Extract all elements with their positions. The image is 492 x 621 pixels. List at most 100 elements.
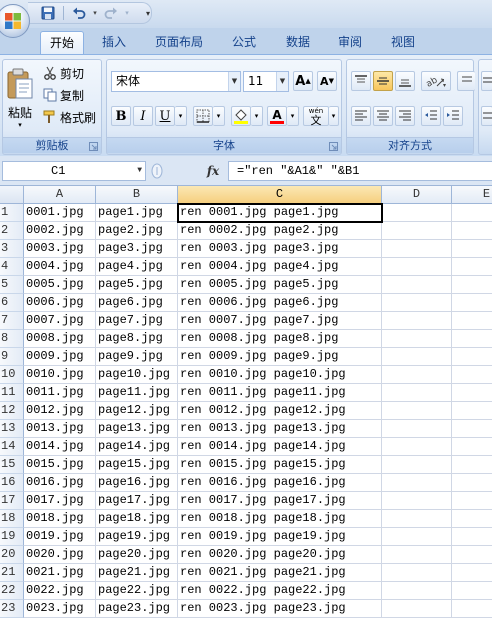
cell-d[interactable] xyxy=(382,510,452,528)
cell-a[interactable]: 0023.jpg xyxy=(24,600,96,618)
column-header-d[interactable]: D xyxy=(382,186,452,204)
cell-b[interactable]: page17.jpg xyxy=(96,492,178,510)
cell-e[interactable] xyxy=(452,546,492,564)
save-button[interactable] xyxy=(38,3,58,23)
cell-e[interactable] xyxy=(452,366,492,384)
row-header[interactable]: 12 xyxy=(0,402,24,420)
cell-a[interactable]: 0010.jpg xyxy=(24,366,96,384)
borders-dropdown[interactable]: ▾ xyxy=(213,106,225,126)
cell-b[interactable]: page12.jpg xyxy=(96,402,178,420)
cell-b[interactable]: page15.jpg xyxy=(96,456,178,474)
format-painter-button[interactable]: 格式刷 xyxy=(43,107,96,127)
cell-d[interactable] xyxy=(382,294,452,312)
cell-e[interactable] xyxy=(452,510,492,528)
font-dialog-launcher-icon[interactable] xyxy=(329,142,338,151)
cell-b[interactable]: page4.jpg xyxy=(96,258,178,276)
align-bottom-button[interactable] xyxy=(395,71,415,91)
undo-button[interactable] xyxy=(69,3,89,23)
cell-a[interactable]: 0019.jpg xyxy=(24,528,96,546)
cell-b[interactable]: page5.jpg xyxy=(96,276,178,294)
cell-e[interactable] xyxy=(452,600,492,618)
cell-e[interactable] xyxy=(452,312,492,330)
cell-a[interactable]: 0022.jpg xyxy=(24,582,96,600)
row-header[interactable]: 14 xyxy=(0,438,24,456)
cell-c[interactable]: ren 0017.jpg page17.jpg xyxy=(178,492,382,510)
cell-c[interactable]: ren 0014.jpg page14.jpg xyxy=(178,438,382,456)
cell-c[interactable]: ren 0013.jpg page13.jpg xyxy=(178,420,382,438)
cell-d[interactable] xyxy=(382,474,452,492)
cell-c[interactable]: ren 0018.jpg page18.jpg xyxy=(178,510,382,528)
cell-b[interactable]: page1.jpg xyxy=(96,204,178,222)
cell-c[interactable]: ren 0016.jpg page16.jpg xyxy=(178,474,382,492)
cell-c[interactable]: ren 0004.jpg page4.jpg xyxy=(178,258,382,276)
redo-dropdown[interactable]: ▾ xyxy=(123,3,131,23)
cell-d[interactable] xyxy=(382,492,452,510)
cell-d[interactable] xyxy=(382,204,452,222)
cell-d[interactable] xyxy=(382,384,452,402)
cell-c[interactable]: ren 0008.jpg page8.jpg xyxy=(178,330,382,348)
cell-c[interactable]: ren 0019.jpg page19.jpg xyxy=(178,528,382,546)
cell-e[interactable] xyxy=(452,402,492,420)
column-header-a[interactable]: A xyxy=(24,186,96,204)
cell-d[interactable] xyxy=(382,258,452,276)
cell-e[interactable] xyxy=(452,240,492,258)
cell-b[interactable]: page7.jpg xyxy=(96,312,178,330)
phonetic-button[interactable]: wén 文 xyxy=(303,106,329,126)
font-name-select[interactable]: 宋体 ▼ xyxy=(111,71,241,92)
cell-d[interactable] xyxy=(382,276,452,294)
cell-e[interactable] xyxy=(452,222,492,240)
cell-a[interactable]: 0016.jpg xyxy=(24,474,96,492)
cell-e[interactable] xyxy=(452,330,492,348)
cell-d[interactable] xyxy=(382,348,452,366)
paste-button[interactable]: 粘贴 ▾ xyxy=(3,62,37,134)
cell-e[interactable] xyxy=(452,474,492,492)
column-header-b[interactable]: B xyxy=(96,186,178,204)
grow-font-button[interactable]: A ▲ xyxy=(293,71,313,91)
cell-a[interactable]: 0003.jpg xyxy=(24,240,96,258)
cell-a[interactable]: 0012.jpg xyxy=(24,402,96,420)
row-header[interactable]: 4 xyxy=(0,258,24,276)
insert-function-button[interactable]: fx xyxy=(200,161,226,181)
cell-a[interactable]: 0013.jpg xyxy=(24,420,96,438)
row-header[interactable]: 6 xyxy=(0,294,24,312)
cell-b[interactable]: page8.jpg xyxy=(96,330,178,348)
customize-qat-button[interactable]: ▾ xyxy=(141,3,155,23)
cell-b[interactable]: page20.jpg xyxy=(96,546,178,564)
tab-insert[interactable]: 插入 xyxy=(94,31,134,54)
cell-d[interactable] xyxy=(382,240,452,258)
cell-d[interactable] xyxy=(382,564,452,582)
cell-d[interactable] xyxy=(382,546,452,564)
cell-c[interactable]: ren 0001.jpg page1.jpg xyxy=(177,203,383,223)
copy-button[interactable]: 复制 xyxy=(43,85,84,105)
cell-a[interactable]: 0017.jpg xyxy=(24,492,96,510)
cell-b[interactable]: page23.jpg xyxy=(96,600,178,618)
row-header[interactable]: 23 xyxy=(0,600,24,618)
cell-b[interactable]: page19.jpg xyxy=(96,528,178,546)
cell-c[interactable]: ren 0009.jpg page9.jpg xyxy=(178,348,382,366)
cell-d[interactable] xyxy=(382,528,452,546)
cell-b[interactable]: page9.jpg xyxy=(96,348,178,366)
cell-d[interactable] xyxy=(382,222,452,240)
cell-a[interactable]: 0005.jpg xyxy=(24,276,96,294)
align-left-button[interactable] xyxy=(351,106,371,126)
cell-d[interactable] xyxy=(382,312,452,330)
row-header[interactable]: 21 xyxy=(0,564,24,582)
cell-a[interactable]: 0014.jpg xyxy=(24,438,96,456)
cell-a[interactable]: 0001.jpg xyxy=(24,204,96,222)
general-format-button[interactable] xyxy=(481,71,492,91)
tab-data[interactable]: 数据 xyxy=(278,31,318,54)
clipboard-dialog-launcher-icon[interactable] xyxy=(89,142,98,151)
row-header[interactable]: 18 xyxy=(0,510,24,528)
underline-button[interactable]: U xyxy=(155,106,175,126)
cell-a[interactable]: 0018.jpg xyxy=(24,510,96,528)
tab-review[interactable]: 审阅 xyxy=(330,31,370,54)
tab-view[interactable]: 视图 xyxy=(383,31,423,54)
cell-a[interactable]: 0020.jpg xyxy=(24,546,96,564)
bold-button[interactable]: B xyxy=(111,106,131,126)
cell-e[interactable] xyxy=(452,456,492,474)
cut-button[interactable]: 剪切 xyxy=(43,63,84,83)
cell-c[interactable]: ren 0010.jpg page10.jpg xyxy=(178,366,382,384)
font-size-select[interactable]: 11 ▼ xyxy=(243,71,289,92)
cell-b[interactable]: page11.jpg xyxy=(96,384,178,402)
formula-bar-splitter-icon[interactable] xyxy=(149,161,199,181)
